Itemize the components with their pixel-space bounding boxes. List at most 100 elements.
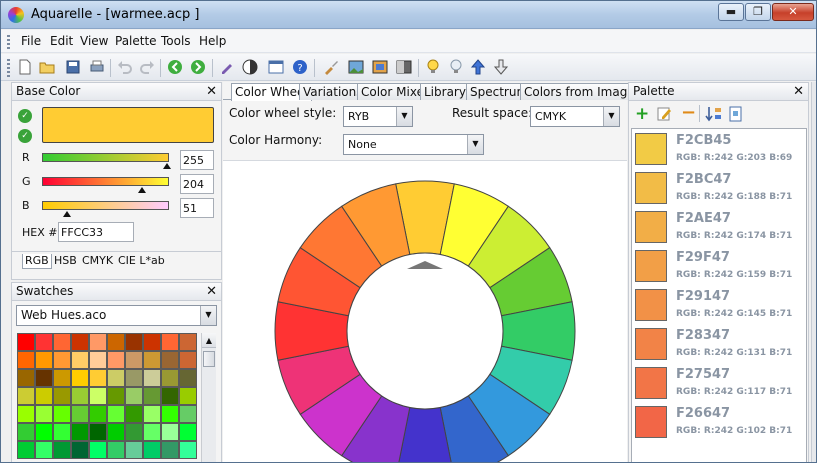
result-space-select[interactable]: CMYK ▼: [530, 106, 620, 127]
swatch-cell[interactable]: [161, 423, 179, 441]
swatch-cell[interactable]: [35, 333, 53, 351]
menu-view[interactable]: View: [80, 34, 108, 48]
swatch-cell[interactable]: [17, 369, 35, 387]
swatch-cell[interactable]: [35, 441, 53, 459]
pipette-icon[interactable]: [219, 59, 235, 75]
swatch-cell[interactable]: [17, 351, 35, 369]
swatch-cell[interactable]: [89, 369, 107, 387]
swatch-cell[interactable]: [161, 369, 179, 387]
swatch-cell[interactable]: [179, 405, 197, 423]
close-panel-button[interactable]: ✕: [793, 83, 804, 100]
swatch-cell[interactable]: [17, 405, 35, 423]
open-folder-icon[interactable]: [39, 59, 55, 75]
menu-palette[interactable]: Palette: [115, 34, 157, 48]
swatch-cell[interactable]: [17, 387, 35, 405]
green-back-icon[interactable]: [167, 59, 183, 75]
arrow-down-icon[interactable]: [493, 59, 509, 75]
palette-item[interactable]: F26647 RGB: R:242 G:102 B:71: [632, 402, 806, 441]
swatch-cell[interactable]: [179, 423, 197, 441]
close-panel-button[interactable]: ✕: [206, 283, 217, 300]
r-slider[interactable]: [42, 153, 169, 162]
remove-icon[interactable]: −: [681, 102, 696, 123]
swatch-cell[interactable]: [107, 441, 125, 459]
swatch-cell[interactable]: [71, 369, 89, 387]
swatch-scrollbar[interactable]: ▲: [201, 333, 216, 462]
swatch-cell[interactable]: [35, 405, 53, 423]
sort-icon[interactable]: [705, 106, 723, 122]
swatch-cell[interactable]: [89, 423, 107, 441]
chevron-down-icon[interactable]: ▼: [467, 135, 483, 154]
g-slider-thumb[interactable]: [138, 187, 146, 193]
check-icon[interactable]: ✓: [18, 109, 32, 123]
swatch-cell[interactable]: [89, 351, 107, 369]
palette-swatch[interactable]: [635, 328, 667, 360]
hex-input[interactable]: FFCC33: [58, 222, 134, 242]
green-forward-icon[interactable]: [190, 59, 206, 75]
r-slider-thumb[interactable]: [163, 163, 171, 169]
swatch-cell[interactable]: [125, 369, 143, 387]
swatch-cell[interactable]: [161, 441, 179, 459]
arrow-up-icon[interactable]: [470, 59, 486, 75]
base-color-swatch[interactable]: [42, 107, 214, 143]
print-icon[interactable]: [89, 59, 105, 75]
r-value-field[interactable]: 255: [180, 150, 214, 170]
swatch-cell[interactable]: [89, 333, 107, 351]
swatch-cell[interactable]: [71, 387, 89, 405]
tab-cie-lab[interactable]: CIE L*ab: [118, 254, 165, 269]
menu-file[interactable]: File: [21, 34, 41, 48]
swatch-cell[interactable]: [17, 441, 35, 459]
palette-item[interactable]: F28347 RGB: R:242 G:131 B:71: [632, 324, 806, 363]
swatch-cell[interactable]: [53, 441, 71, 459]
menu-tools[interactable]: Tools: [161, 34, 191, 48]
swatch-cell[interactable]: [107, 369, 125, 387]
palette-item[interactable]: F29F47 RGB: R:242 G:159 B:71: [632, 246, 806, 285]
palette-item[interactable]: F2BC47 RGB: R:242 G:188 B:71: [632, 168, 806, 207]
tab-rgb[interactable]: RGB: [22, 254, 52, 269]
close-window-button[interactable]: ✕: [772, 3, 814, 21]
swatch-cell[interactable]: [143, 441, 161, 459]
bulb-icon[interactable]: [425, 59, 441, 75]
swatch-cell[interactable]: [71, 405, 89, 423]
palette-item[interactable]: F2CB45 RGB: R:242 G:203 B:69: [632, 129, 806, 168]
swatch-cell[interactable]: [53, 351, 71, 369]
palette-swatch[interactable]: [635, 133, 667, 165]
swatch-cell[interactable]: [107, 351, 125, 369]
swatch-cell[interactable]: [89, 405, 107, 423]
swatch-cell[interactable]: [143, 351, 161, 369]
scroll-thumb[interactable]: [203, 351, 215, 367]
undo-icon[interactable]: [117, 59, 133, 75]
swatch-cell[interactable]: [161, 333, 179, 351]
contrast-icon[interactable]: [242, 59, 258, 75]
save-icon[interactable]: [65, 59, 81, 75]
swatch-cell[interactable]: [125, 423, 143, 441]
help-icon[interactable]: ?: [292, 59, 308, 75]
tab-colors-from-image[interactable]: Colors from Image: [520, 83, 639, 100]
harmony-select[interactable]: None ▼: [343, 134, 484, 155]
menu-help[interactable]: Help: [199, 34, 226, 48]
swatch-cell[interactable]: [53, 333, 71, 351]
swatch-cell[interactable]: [71, 441, 89, 459]
swatch-cell[interactable]: [161, 351, 179, 369]
palette-swatch[interactable]: [635, 367, 667, 399]
swatch-cell[interactable]: [143, 405, 161, 423]
title-bar[interactable]: Aquarelle - [warmee.acp ] ▬ ❐ ✕: [1, 1, 816, 29]
chevron-down-icon[interactable]: ▼: [396, 107, 412, 126]
swatch-cell[interactable]: [125, 441, 143, 459]
swatch-cell[interactable]: [179, 369, 197, 387]
swatch-cell[interactable]: [35, 369, 53, 387]
menu-edit[interactable]: Edit: [50, 34, 73, 48]
b-slider-thumb[interactable]: [63, 211, 71, 217]
brush-icon[interactable]: [323, 59, 339, 75]
bulb2-icon[interactable]: [448, 59, 464, 75]
swatch-cell[interactable]: [125, 405, 143, 423]
tab-cmyk[interactable]: CMYK: [82, 254, 113, 269]
b-slider[interactable]: [42, 201, 169, 210]
swatch-cell[interactable]: [107, 423, 125, 441]
swatch-library-select[interactable]: Web Hues.aco ▼: [16, 305, 217, 326]
swatch-cell[interactable]: [53, 369, 71, 387]
swatch-cell[interactable]: [35, 423, 53, 441]
swatch-cell[interactable]: [179, 351, 197, 369]
close-panel-button[interactable]: ✕: [206, 83, 217, 100]
swatch-cell[interactable]: [35, 387, 53, 405]
palette-swatch[interactable]: [635, 406, 667, 438]
